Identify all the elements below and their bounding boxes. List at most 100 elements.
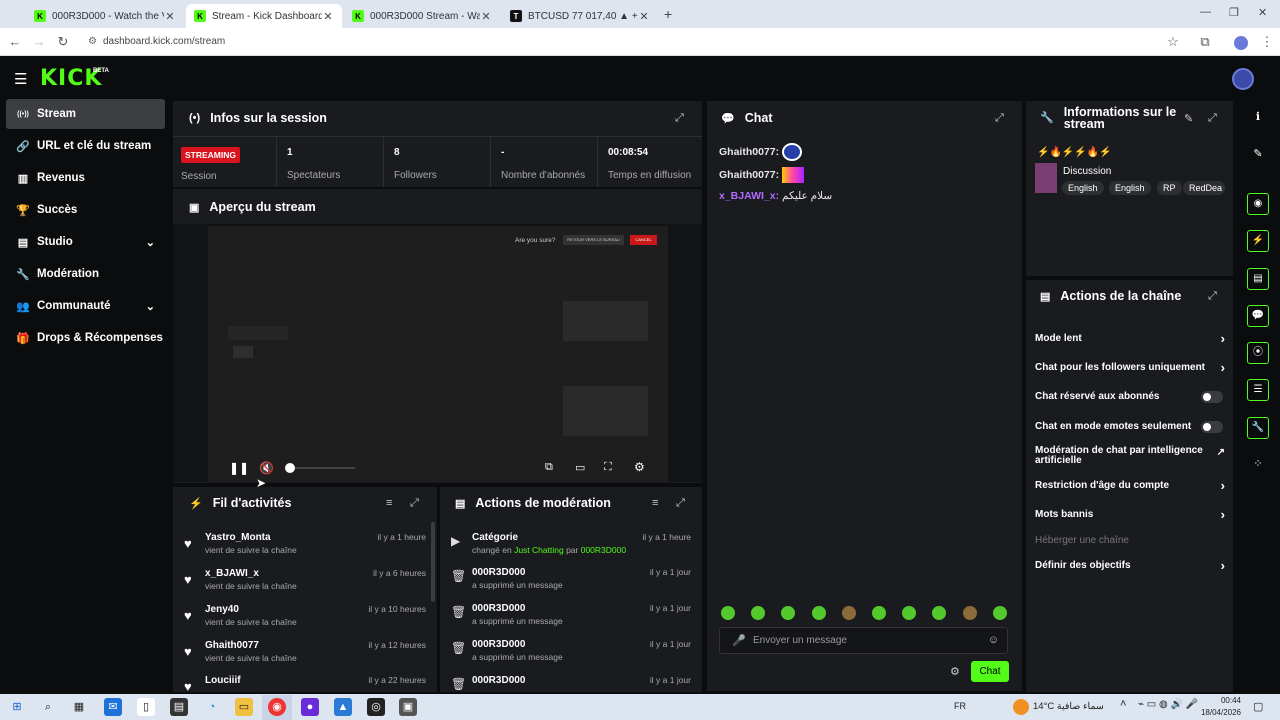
weather-text[interactable]: 14°C سماء صافية — [1033, 701, 1104, 712]
popout-icon[interactable]: ⤢ — [1208, 112, 1217, 125]
info-icon[interactable]: ℹ — [1249, 110, 1267, 128]
dialog-secondary-button[interactable]: RETOUR VERS LE BUREAU — [563, 235, 624, 245]
channel-action-item[interactable]: Chat pour les followers uniquement › — [1035, 360, 1225, 375]
quick-emote[interactable] — [721, 606, 735, 620]
microphone-icon[interactable]: 🎤 — [732, 634, 746, 647]
bookmark-star-icon[interactable]: ☆ — [1164, 33, 1182, 51]
chevron-right-icon[interactable]: › — [1221, 360, 1225, 375]
new-tab-icon[interactable]: + — [664, 6, 672, 22]
app-icon[interactable]: ● — [301, 698, 319, 716]
rail-wrench-icon[interactable]: 🔧 — [1247, 417, 1269, 439]
chevron-right-icon[interactable]: › — [1221, 331, 1225, 346]
quick-emote[interactable] — [872, 606, 886, 620]
emoji-icon[interactable]: ☺ — [988, 634, 999, 646]
quick-emote[interactable] — [992, 606, 1007, 620]
chevron-right-icon[interactable]: › — [1221, 507, 1225, 522]
sidebar-item-revenus[interactable]: ▥ Revenus — [6, 163, 165, 193]
sidebar-item-communauté[interactable]: 👥 Communauté ⌄ — [6, 291, 165, 321]
popout-icon[interactable]: ⤢ — [675, 112, 684, 125]
mail-icon[interactable]: ✉ — [104, 698, 122, 716]
mod-action-name[interactable]: 000R3D000 — [472, 567, 525, 578]
edit-pencil-icon[interactable]: ✎ — [1184, 112, 1193, 125]
windows-start-icon[interactable]: ⊞ — [8, 698, 26, 716]
sidebar-item-modération[interactable]: 🔧 Modération — [6, 259, 165, 289]
mod-action-name[interactable]: 000R3D000 — [472, 675, 525, 686]
stream-tag[interactable]: RP — [1157, 181, 1182, 195]
channel-action-item[interactable]: Mode lent › — [1035, 331, 1225, 346]
volume-slider-handle[interactable] — [285, 463, 295, 473]
channel-action-item[interactable]: Définir des objectifs › — [1035, 558, 1225, 573]
popout-icon[interactable]: ⤢ — [410, 497, 419, 510]
activity-username[interactable]: x_BJAWI_x — [205, 568, 259, 579]
sidebar-item-stream[interactable]: ((•)) Stream — [6, 99, 165, 129]
toggle-switch[interactable] — [1201, 421, 1223, 433]
filter-icon[interactable]: ≡ — [652, 497, 658, 509]
stream-tag[interactable]: RedDea — [1183, 181, 1225, 195]
chevron-right-icon[interactable]: › — [1221, 558, 1225, 573]
chat-input[interactable]: 🎤 Envoyer un message ☺ — [719, 627, 1008, 654]
calculator-icon[interactable]: ▤ — [170, 698, 188, 716]
pip-icon[interactable]: ⧉ — [545, 461, 553, 474]
rail-actions-icon[interactable]: ☰ — [1247, 379, 1269, 401]
channel-action-item[interactable]: Restriction d'âge du compte › — [1035, 478, 1225, 493]
filter-icon[interactable]: ≡ — [386, 497, 392, 509]
rail-session-icon[interactable]: ◉ — [1247, 193, 1269, 215]
activity-username[interactable]: Jeny40 — [205, 604, 239, 615]
popout-icon[interactable]: ⤢ — [1208, 290, 1217, 303]
forward-icon[interactable]: → — [30, 33, 48, 51]
sidebar-item-studio[interactable]: ▤ Studio ⌄ — [6, 227, 165, 257]
profile-avatar-icon[interactable] — [1234, 36, 1248, 50]
chat-username[interactable]: Ghaith0077: — [719, 169, 779, 181]
close-window-icon[interactable]: ✕ — [1258, 6, 1267, 19]
quick-emote[interactable] — [841, 606, 856, 620]
browser-tab[interactable]: T BTCUSD 77 017,40 ▲ +2.40% ✕ — [502, 4, 658, 28]
language-indicator[interactable]: FR — [954, 701, 966, 711]
video-player[interactable] — [208, 226, 668, 482]
tray-chevron-icon[interactable]: ˄ — [1120, 698, 1126, 710]
activity-username[interactable]: Louciiif — [205, 675, 241, 686]
channel-action-item[interactable]: Mots bannis › — [1035, 507, 1225, 522]
app-icon[interactable]: ▲ — [334, 698, 352, 716]
clock-time[interactable]: 00:44 — [1201, 696, 1241, 705]
app-icon[interactable]: ▣ — [399, 698, 417, 716]
back-icon[interactable]: ← — [6, 33, 24, 51]
user-avatar[interactable] — [1232, 68, 1254, 90]
add-widget-icon[interactable]: ⁘ — [1249, 457, 1267, 475]
file-explorer-icon[interactable]: ▭ — [235, 698, 253, 716]
volume-slider-track[interactable] — [295, 467, 355, 469]
quick-emote[interactable] — [962, 606, 977, 620]
chrome-icon[interactable]: ◉ — [268, 698, 286, 716]
rail-moderation-icon[interactable]: ▤ — [1247, 268, 1269, 290]
chevron-down-icon[interactable]: ⌄ — [146, 236, 155, 249]
pause-icon[interactable]: ❚❚ — [229, 461, 249, 475]
chat-username[interactable]: Ghaith0077: — [719, 146, 779, 158]
close-tab-icon[interactable]: ✕ — [322, 10, 334, 23]
chevron-right-icon[interactable]: › — [1221, 478, 1225, 493]
edge-icon[interactable]: ◔ — [203, 698, 221, 716]
mod-action-name[interactable]: 000R3D000 — [472, 639, 525, 650]
task-view-icon[interactable]: ▦ — [70, 698, 88, 716]
notifications-icon[interactable]: ▢ — [1253, 700, 1263, 713]
close-tab-icon[interactable]: ✕ — [638, 10, 650, 23]
chevron-down-icon[interactable]: ⌄ — [146, 300, 155, 313]
mod-action-name[interactable]: 000R3D000 — [472, 603, 525, 614]
clock-date[interactable]: 18/04/2026 — [1195, 708, 1241, 717]
restore-icon[interactable]: ❐ — [1229, 6, 1239, 19]
channel-action-item[interactable]: Modération de chat par intelligence arti… — [1035, 446, 1225, 466]
theater-mode-icon[interactable]: ▭ — [575, 461, 585, 474]
minimize-icon[interactable]: — — [1200, 6, 1211, 18]
popout-icon[interactable]: ⤢ — [995, 112, 1004, 125]
close-tab-icon[interactable]: ✕ — [164, 10, 176, 23]
search-icon[interactable]: ⌕ — [39, 698, 57, 716]
sidebar-item-drops-récompenses[interactable]: 🎁 Drops & Récompenses — [6, 323, 165, 353]
chat-settings-icon[interactable]: ⚙ — [950, 665, 960, 678]
sidebar-item-url-et-clé-du-stream[interactable]: 🔗 URL et clé du stream — [6, 131, 165, 161]
site-info-icon[interactable]: ⚙ — [88, 36, 97, 47]
activity-username[interactable]: Ghaith0077 — [205, 640, 259, 651]
hamburger-menu-icon[interactable]: ☰ — [14, 70, 27, 88]
extensions-icon[interactable]: ⧉ — [1196, 33, 1214, 51]
chat-username[interactable]: x_BJAWI_x: — [719, 190, 779, 202]
rail-broadcast-icon[interactable]: ⦿ — [1247, 342, 1269, 364]
toggle-switch[interactable] — [1201, 391, 1223, 403]
scrollbar[interactable] — [431, 522, 435, 602]
